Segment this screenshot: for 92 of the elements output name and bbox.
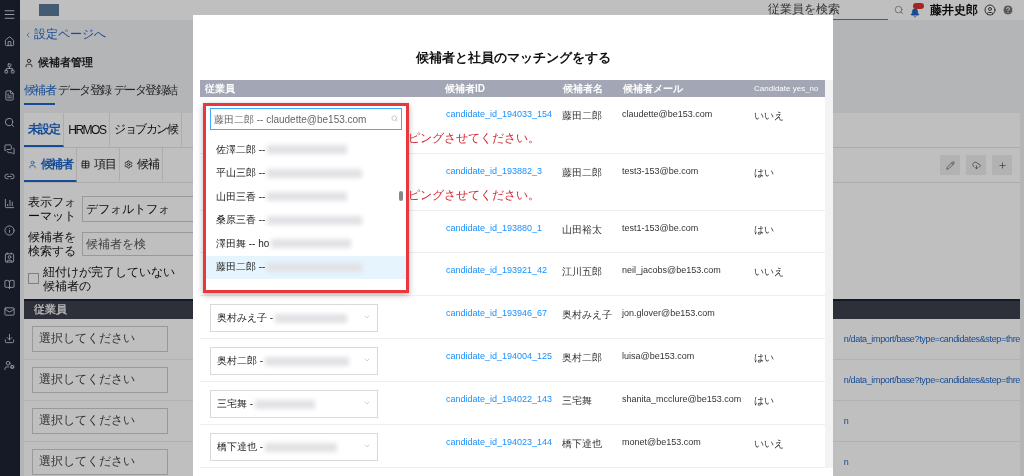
employee-select[interactable]: 選択してください <box>31 366 168 393</box>
user-icon <box>23 57 34 68</box>
table-cell-text: 藤田二郎 <box>561 109 603 123</box>
table-cell-text: 江川五郎 <box>561 265 603 279</box>
dropdown-option[interactable]: 平山三郎 -- <box>206 161 406 185</box>
error-text: ピングさせてください。 <box>408 130 540 147</box>
field-label: 候補者を検索する <box>27 229 77 259</box>
tab[interactable]: データ登録結 <box>113 82 177 105</box>
import-link[interactable]: n <box>843 415 849 426</box>
tab[interactable]: ジョブカン候 <box>110 113 183 147</box>
document-icon[interactable] <box>2 87 17 103</box>
table-cell-text: 奥村二郎 <box>561 351 603 365</box>
employee-select[interactable]: 選択してください <box>31 325 168 352</box>
chevron-icon <box>363 442 371 450</box>
dropdown-option[interactable]: 藤田二郎 -- <box>206 255 406 279</box>
photo-placeholder <box>38 4 59 16</box>
tab[interactable]: データ登録 <box>58 82 111 105</box>
column-header: 候補者名 <box>562 81 604 96</box>
table-cell-text: はい <box>753 223 775 237</box>
table-cell-text: claudette@be153.com <box>621 108 714 119</box>
import-link[interactable]: n <box>843 456 849 467</box>
error-text: ピングさせてください。 <box>408 187 540 204</box>
tab[interactable]: 候補 <box>120 148 164 182</box>
checkbox[interactable] <box>27 273 39 285</box>
column-header: 候補者ID <box>444 81 486 96</box>
search-icon <box>391 115 398 122</box>
table-cell-text: neil_jacobs@be153.com <box>621 264 722 275</box>
employee-select[interactable]: 選択してください <box>31 407 168 434</box>
tab[interactable]: HRMOS <box>64 113 111 147</box>
user-icon[interactable] <box>984 4 996 16</box>
page-title: 候補者管理 <box>37 55 93 70</box>
column-header: 従業員 <box>204 81 236 96</box>
home-icon[interactable] <box>2 33 17 49</box>
import-link[interactable]: n/data_import/base?type=candidates&step=thre <box>843 333 1020 344</box>
scrollbar-thumb[interactable] <box>399 191 403 201</box>
modal-title: 候補者と社員のマッチングをする <box>414 49 612 67</box>
dropdown-option[interactable]: 桑原三香 -- <box>206 208 406 232</box>
checkbox-label: 紐付けが完了していない候補者の <box>42 264 175 294</box>
table-cell-text: はい <box>753 394 775 408</box>
table-cell-text: test3-153@be.com <box>621 165 700 176</box>
column-header: Candidate yes_no <box>753 84 820 93</box>
table-cell-text: test1-153@be.com <box>621 222 700 233</box>
help-icon[interactable] <box>1002 4 1014 16</box>
table-cell-text: 奥村みえ子 <box>561 308 613 322</box>
bell-icon[interactable] <box>910 2 924 18</box>
dropdown-search-field[interactable]: 藤田二郎 -- claudette@be153.com <box>210 108 402 130</box>
table-cell-text: monet@be153.com <box>621 436 702 447</box>
column-header: 従業員 <box>33 302 67 318</box>
search-icon[interactable] <box>894 5 904 15</box>
table-cell-text: いいえ <box>753 265 785 279</box>
hierarchy-icon[interactable] <box>2 60 17 76</box>
table-cell-text: はい <box>753 351 775 365</box>
table-cell-text: 山田裕太 <box>561 223 603 237</box>
table-cell-text: luisa@be153.com <box>621 350 696 361</box>
tab[interactable]: 項目 <box>77 148 121 182</box>
chevron-icon <box>363 313 371 321</box>
tab[interactable]: 未設定 <box>23 113 65 147</box>
table-cell-text: はい <box>753 166 775 180</box>
table-cell-text: jon.glover@be153.com <box>620 307 716 318</box>
chat-icon[interactable] <box>2 141 17 157</box>
user-icon <box>27 160 37 169</box>
table-cell-text: 藤田二郎 <box>561 166 603 180</box>
table-cell-text: 橋下達也 <box>561 437 603 451</box>
employee-select[interactable]: 三宅舞 - <box>210 390 378 418</box>
employee-select[interactable]: 奥村みえ子 - <box>210 304 378 332</box>
chevron-icon <box>363 356 371 364</box>
tab[interactable]: 候補者 <box>23 148 78 182</box>
user-name: 藤井史郎 <box>930 1 978 19</box>
cloud-download-icon <box>971 160 981 170</box>
pencil-icon <box>945 160 955 170</box>
table-cell-text: shanita_mcclure@be153.com <box>621 393 743 404</box>
add-button[interactable] <box>992 155 1012 175</box>
field-label: 表示フォーマット <box>27 195 77 224</box>
table-cell-text: 三宅舞 <box>561 394 593 408</box>
tab[interactable]: 候補者 <box>23 82 56 105</box>
column-header: 候補者メール <box>622 81 684 96</box>
employee-select[interactable]: 選択してください <box>31 448 168 475</box>
import-link[interactable]: n/data_import/base?type=candidates&step=thre <box>843 374 1020 385</box>
table-cell-text: いいえ <box>753 437 785 451</box>
chevron-icon <box>363 399 371 407</box>
info-icon[interactable] <box>2 222 17 238</box>
contact-card-icon[interactable] <box>2 249 17 265</box>
dropdown-option[interactable]: 山田三香 -- <box>206 185 406 209</box>
dropdown-option[interactable]: 澤田舞 -- ho <box>206 232 406 256</box>
employee-select[interactable]: 橋下達也 - <box>210 433 378 461</box>
dropdown-option[interactable]: 佐澤二郎 -- <box>206 138 406 162</box>
plus-icon <box>997 160 1007 170</box>
employee-select[interactable]: 奥村二郎 - <box>210 347 378 375</box>
back-link[interactable]: 設定ページへ <box>23 26 1020 43</box>
table-cell-text: いいえ <box>753 109 785 123</box>
table-icon <box>81 160 91 169</box>
gear-icon <box>124 160 134 169</box>
